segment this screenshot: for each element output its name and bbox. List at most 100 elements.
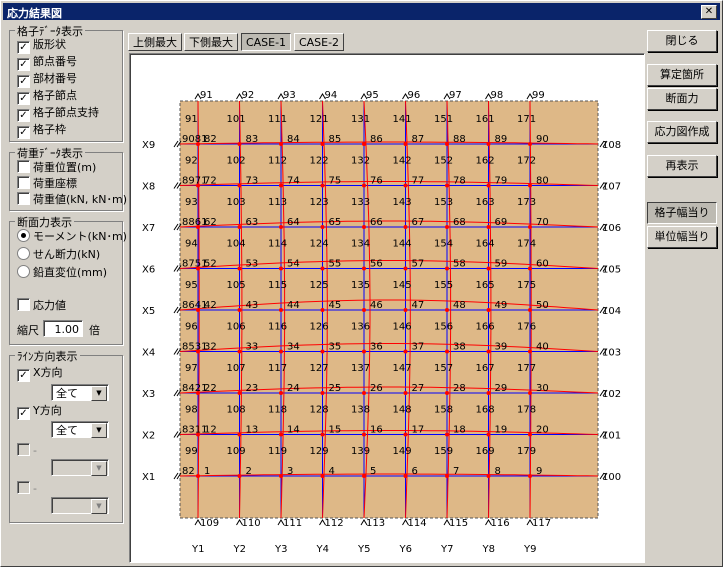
grid-node xyxy=(237,391,242,395)
extra2-select[interactable]: ▼ xyxy=(51,497,109,514)
column-member-number: 97 xyxy=(185,363,198,374)
column-member-number: 115 xyxy=(268,280,287,291)
x-direction-select[interactable]: 全て ▼ xyxy=(51,384,109,401)
y-axis-label: Y7 xyxy=(440,544,453,555)
grid-data-checkbox-2[interactable]: ✓ 部材番号 xyxy=(17,72,77,88)
per-unit-width-button[interactable]: 単位幅当り xyxy=(647,226,717,248)
grid-data-checkbox-1[interactable]: ✓ 節点番号 xyxy=(17,55,77,71)
grid-data-check-box-3[interactable]: ✓ xyxy=(17,92,30,105)
y-direction-check-box[interactable]: ✓ xyxy=(17,407,30,420)
force-radio-2[interactable]: 鉛直変位(mm) xyxy=(17,265,107,279)
chevron-down-icon[interactable]: ▼ xyxy=(91,423,107,438)
grid-node xyxy=(528,432,532,437)
grid-node xyxy=(528,266,532,271)
column-member-number: 118 xyxy=(268,405,287,416)
column-member-number: 135 xyxy=(351,280,370,291)
member-number: 44 xyxy=(287,300,300,311)
radio-dot[interactable] xyxy=(17,265,30,278)
extra1-select[interactable]: ▼ xyxy=(51,459,109,476)
grid-node xyxy=(279,349,283,354)
line-direction-group-title: ﾗｲﾝ方向表示 xyxy=(15,348,80,364)
extra1-checkbox[interactable]: - xyxy=(17,443,37,457)
grid-node xyxy=(403,183,408,188)
grid-data-check-box-5[interactable]: ✓ xyxy=(17,126,30,139)
tab-case-1[interactable]: CASE-1 xyxy=(241,33,291,51)
close-window-button[interactable]: ✕ xyxy=(701,5,717,19)
extra2-checkbox[interactable]: - xyxy=(17,481,37,495)
column-member-number: 149 xyxy=(393,446,412,457)
redisplay-button[interactable]: 再表示 xyxy=(647,155,717,177)
member-number: 56 xyxy=(370,259,383,270)
section-force-button[interactable]: 断面力 xyxy=(647,88,717,110)
grid-node xyxy=(486,432,491,437)
grid-data-check-box-2[interactable]: ✓ xyxy=(17,75,30,88)
close-button[interactable]: 閉じる xyxy=(647,30,717,52)
grid-data-checkbox-5[interactable]: ✓ 格子枠 xyxy=(17,123,66,139)
column-member-number: 162 xyxy=(476,156,495,167)
member-number: 16 xyxy=(370,425,383,436)
load-data-checkbox-2[interactable]: 荷重値(kN, kN･m) xyxy=(17,192,127,206)
column-member-number: 158 xyxy=(434,405,453,416)
member-number: 76 xyxy=(370,176,383,187)
tab-upper-max[interactable]: 上側最大 xyxy=(128,33,182,51)
x-axis-label: X9 xyxy=(142,140,155,151)
grid-data-check-box-1[interactable]: ✓ xyxy=(17,58,30,71)
member-number: 4 xyxy=(329,466,335,477)
per-grid-width-button[interactable]: 格子幅当り xyxy=(647,202,717,224)
force-radio-0[interactable]: モーメント(kN･m) xyxy=(17,229,127,243)
bottom-node-number: 113 xyxy=(366,518,385,529)
column-member-number: 108 xyxy=(227,405,246,416)
grid-node xyxy=(528,183,532,188)
extra2-check-box[interactable] xyxy=(17,481,30,494)
tab-lower-max[interactable]: 下側最大 xyxy=(184,33,238,51)
x-direction-check-box[interactable]: ✓ xyxy=(17,369,30,382)
load-data-check-box-0[interactable] xyxy=(17,160,30,173)
grid-node xyxy=(320,391,325,395)
stress-diagram-button[interactable]: 応力図作成 xyxy=(647,121,717,143)
column-member-number: 167 xyxy=(476,363,495,374)
column-member-number: 154 xyxy=(434,239,453,250)
load-data-check-box-1[interactable] xyxy=(17,176,30,189)
scale-input[interactable]: 1.00 xyxy=(43,320,83,337)
x-direction-checkbox[interactable]: ✓ X方向 xyxy=(17,366,63,382)
chevron-down-icon[interactable]: ▼ xyxy=(91,461,107,476)
grid-node xyxy=(445,266,449,271)
member-number: 13 xyxy=(246,425,259,436)
load-data-group-title: 荷重ﾃﾞｰﾀ表示 xyxy=(15,145,85,161)
y-axis-label: Y4 xyxy=(316,544,329,555)
check-location-button[interactable]: 算定箇所 xyxy=(647,64,717,86)
radio-dot[interactable] xyxy=(17,247,30,260)
stress-value-check-box[interactable] xyxy=(17,298,30,311)
tab-case-2[interactable]: CASE-2 xyxy=(294,33,344,51)
column-member-number: 177 xyxy=(517,363,536,374)
chevron-down-icon[interactable]: ▼ xyxy=(91,499,107,514)
column-member-number: 166 xyxy=(476,322,495,333)
load-data-check-box-2[interactable] xyxy=(17,192,30,205)
grid-data-checkbox-0[interactable]: ✓ 版形状 xyxy=(17,38,66,54)
y-direction-select[interactable]: 全て ▼ xyxy=(51,421,109,438)
grid-data-checkbox-3[interactable]: ✓ 格子節点 xyxy=(17,89,77,105)
stress-value-checkbox[interactable]: 応力値 xyxy=(17,298,66,312)
grid-data-check-box-0[interactable]: ✓ xyxy=(17,41,30,54)
extra1-check-box[interactable] xyxy=(17,443,30,456)
bottom-node-number: 111 xyxy=(283,518,302,529)
column-member-number: 129 xyxy=(310,446,329,457)
load-data-checkbox-1[interactable]: 荷重座標 xyxy=(17,176,77,190)
diagram-canvas[interactable]: X1 X2 X3 X4 X5 X6 X7 X8 X9 Y1 Y2 Y3 Y4 Y5 Y6 Y7 Y8 Y9 91 92… xyxy=(129,53,645,563)
grid-node xyxy=(528,349,532,354)
grid-node xyxy=(320,432,325,437)
load-data-checkbox-0[interactable]: 荷重位置(m) xyxy=(17,160,96,174)
grid-data-checkbox-4[interactable]: ✓ 格子節点支持 xyxy=(17,106,99,122)
member-number: 64 xyxy=(287,217,300,228)
grid-data-label-3: 格子節点 xyxy=(33,89,77,102)
column-member-number: 125 xyxy=(310,280,329,291)
force-radio-1[interactable]: せん断力(kN) xyxy=(17,247,100,261)
member-number: 62 xyxy=(204,217,217,228)
grid-data-check-box-4[interactable]: ✓ xyxy=(17,109,30,122)
column-member-number: 96 xyxy=(185,322,198,333)
y-direction-checkbox[interactable]: ✓ Y方向 xyxy=(17,404,62,420)
radio-dot[interactable] xyxy=(17,229,30,242)
app-window: 応力結果図 ✕ 格子ﾃﾞｰﾀ表示 ✓ 版形状 ✓ 節点番号 ✓ 部材番号 ✓ 格子節点 ✓ 格子節… xyxy=(0,0,723,567)
chevron-down-icon[interactable]: ▼ xyxy=(91,386,107,401)
column-member-number: 123 xyxy=(310,197,329,208)
